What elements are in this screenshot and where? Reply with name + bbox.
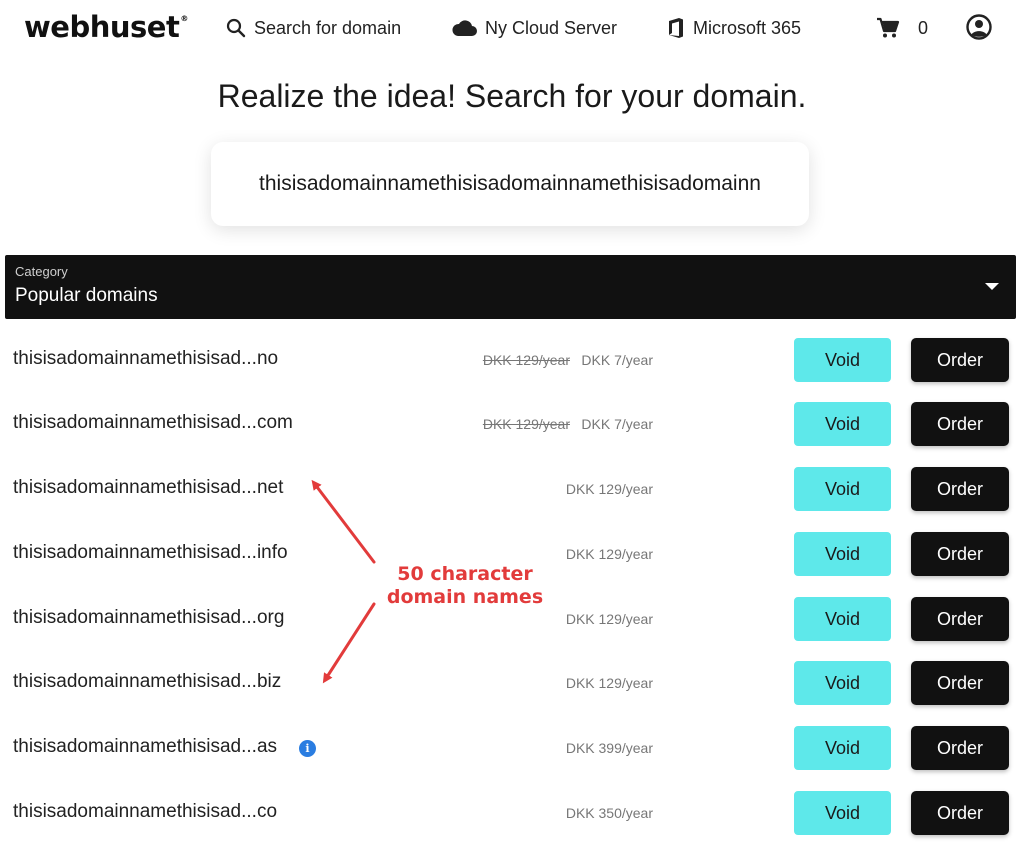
cart-icon — [877, 17, 900, 38]
order-button[interactable]: Order — [911, 791, 1009, 835]
annotation-line-1: 50 character — [397, 563, 533, 585]
domain-name: thisisadomainnamethisisad...as — [13, 736, 278, 757]
logo-text: webhuset — [24, 10, 180, 44]
price: DKK 7/year — [581, 416, 653, 432]
price: DKK 7/year — [581, 352, 653, 368]
price: DKK 129/year — [565, 611, 653, 627]
domain-name: thisisadomainnamethisisad...net — [13, 477, 284, 498]
category-select[interactable]: Category Popular domains — [5, 255, 1016, 319]
domain-name: thisisadomainnamethisisad...info — [13, 542, 288, 563]
domain-name: thisisadomainnamethisisad...biz — [13, 671, 282, 692]
nav-cloud-server[interactable]: Ny Cloud Server — [452, 14, 617, 42]
nav-microsoft-label: Microsoft 365 — [693, 17, 802, 38]
category-value: Popular domains — [15, 285, 158, 306]
void-button[interactable]: Void — [794, 791, 891, 835]
logo-registered-mark: ® — [180, 14, 188, 23]
order-button[interactable]: Order — [911, 661, 1009, 705]
void-button[interactable]: Void — [794, 532, 891, 576]
order-button[interactable]: Order — [911, 726, 1009, 770]
domain-name: thisisadomainnamethisisad...org — [13, 607, 285, 628]
domain-row: thisisadomainnamethisisad...as i DKK 399… — [0, 726, 1024, 772]
category-label: Category — [15, 264, 68, 279]
order-button[interactable]: Order — [911, 338, 1009, 382]
order-button[interactable]: Order — [911, 467, 1009, 511]
domain-row: thisisadomainnamethisisad...co DKK 350/y… — [0, 791, 1024, 837]
nav-cloud-label: Ny Cloud Server — [485, 17, 618, 38]
domain-name: thisisadomainnamethisisad...co — [13, 801, 278, 822]
nav-search-domain[interactable]: Search for domain — [226, 14, 401, 42]
nav-account[interactable] — [966, 14, 992, 40]
old-price: DKK 129/year — [482, 352, 570, 368]
info-icon[interactable]: i — [299, 740, 316, 757]
annotation-line-2: domain names — [386, 586, 544, 608]
domain-name: thisisadomainnamethisisad...com — [13, 412, 293, 433]
page-title: Realize the idea! Search for your domain… — [217, 78, 807, 114]
price: DKK 399/year — [565, 740, 653, 756]
nav-cart[interactable]: 0 — [876, 14, 928, 42]
order-button[interactable]: Order — [911, 597, 1009, 641]
domain-row: thisisadomainnamethisisad...net DKK 129/… — [0, 467, 1024, 513]
annotation-label: 50 character domain names — [380, 563, 550, 609]
caret-down-icon — [985, 283, 999, 290]
void-button[interactable]: Void — [794, 597, 891, 641]
office-icon — [669, 18, 683, 38]
price: DKK 129/year — [565, 481, 653, 497]
order-button[interactable]: Order — [911, 532, 1009, 576]
cloud-icon — [452, 20, 477, 36]
logo[interactable]: webhuset® — [24, 10, 188, 44]
search-icon — [226, 18, 246, 38]
old-price: DKK 129/year — [482, 416, 570, 432]
price: DKK 129/year — [565, 675, 653, 691]
price: DKK 350/year — [565, 805, 653, 821]
domain-search-input[interactable] — [230, 172, 790, 196]
top-header: webhuset® Search for domain Ny Cloud Ser… — [0, 0, 1024, 56]
cart-count: 0 — [918, 17, 929, 38]
account-icon — [966, 14, 992, 40]
void-button[interactable]: Void — [794, 467, 891, 511]
order-button[interactable]: Order — [911, 402, 1009, 446]
void-button[interactable]: Void — [794, 338, 891, 382]
domain-name: thisisadomainnamethisisad...no — [13, 348, 279, 369]
nav-microsoft-365[interactable]: Microsoft 365 — [667, 14, 801, 42]
void-button[interactable]: Void — [794, 661, 891, 705]
domain-row: thisisadomainnamethisisad...com DKK 129/… — [0, 402, 1024, 448]
domain-search-box — [211, 142, 809, 226]
void-button[interactable]: Void — [794, 726, 891, 770]
nav-search-label: Search for domain — [254, 17, 402, 38]
void-button[interactable]: Void — [794, 402, 891, 446]
domain-row: thisisadomainnamethisisad...no DKK 129/y… — [0, 338, 1024, 384]
price: DKK 129/year — [565, 546, 653, 562]
domain-row: thisisadomainnamethisisad...biz DKK 129/… — [0, 661, 1024, 707]
